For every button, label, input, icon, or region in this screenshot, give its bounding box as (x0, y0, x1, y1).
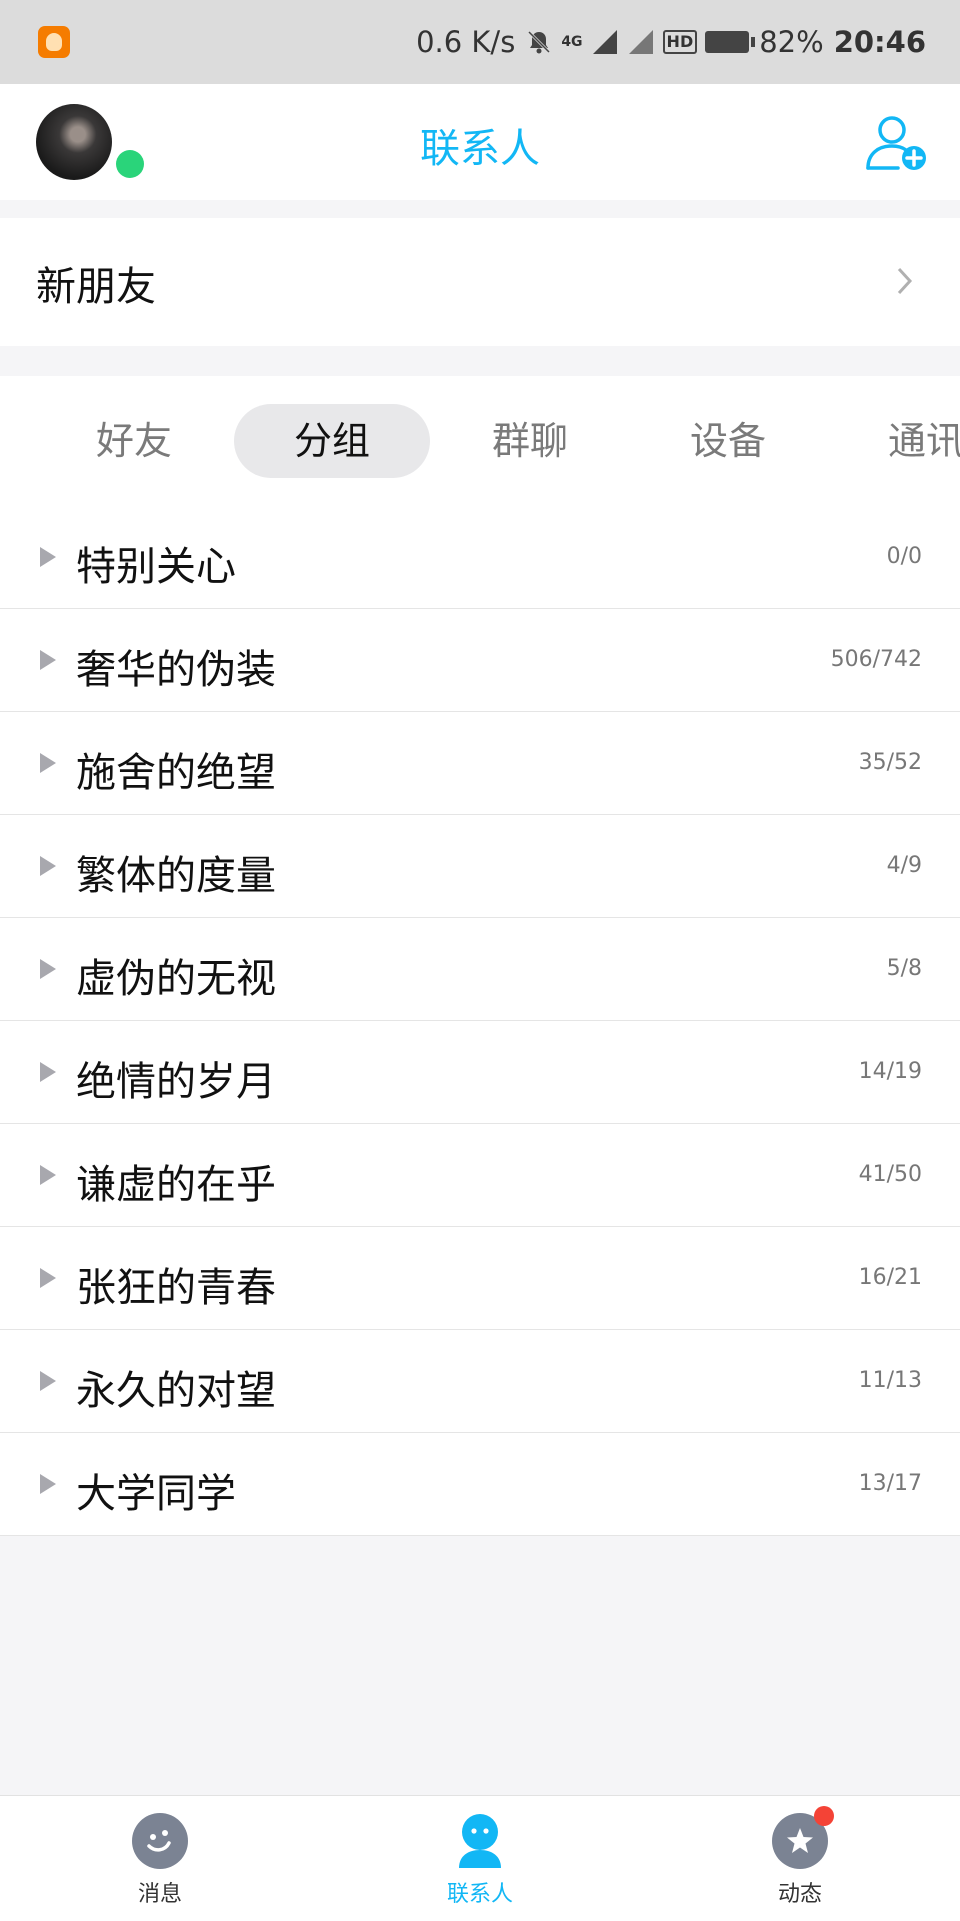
caret-right-icon (40, 1371, 56, 1391)
group-name: 施舍的绝望 (76, 750, 276, 796)
status-icons: 4G HD (525, 28, 756, 56)
group-name: 大学同学 (76, 1471, 236, 1517)
new-friends-row[interactable]: 新朋友 (0, 218, 960, 346)
add-contact-icon[interactable] (864, 112, 928, 172)
group-name: 绝情的岁月 (76, 1059, 276, 1105)
group-row[interactable]: 繁体的度量 4/9 (0, 815, 960, 918)
group-row[interactable]: 谦虚的在乎 41/50 (0, 1124, 960, 1227)
group-row[interactable]: 永久的对望 11/13 (0, 1330, 960, 1433)
caret-right-icon (40, 959, 56, 979)
battery-level: 82% (759, 25, 824, 59)
app-notification-icon (38, 26, 70, 58)
group-count: 13/17 (858, 1471, 922, 1496)
caret-right-icon (40, 856, 56, 876)
caret-right-icon (40, 1474, 56, 1494)
nav-feed[interactable]: 动态 (730, 1806, 870, 1908)
caret-right-icon (40, 650, 56, 670)
network-type: 4G (561, 34, 583, 50)
caret-right-icon (40, 547, 56, 567)
network-speed: 0.6 K/s (416, 25, 516, 59)
tab-groups[interactable]: 分组 (234, 404, 430, 478)
bottom-nav: 消息 联系人 动态 (0, 1795, 960, 1921)
nav-contacts[interactable]: 联系人 (410, 1812, 550, 1908)
tab-group-chats[interactable]: 群聊 (432, 404, 628, 478)
group-row[interactable]: 奢华的伪装 506/742 (0, 609, 960, 712)
caret-right-icon (40, 1268, 56, 1288)
group-name: 虚伪的无视 (76, 956, 276, 1002)
clock: 20:46 (833, 25, 926, 59)
chevron-right-icon (897, 267, 913, 295)
group-row[interactable]: 大学同学 13/17 (0, 1433, 960, 1536)
message-icon (132, 1813, 188, 1869)
contacts-tabs: 好友 分组 群聊 设备 通讯 (0, 376, 960, 507)
group-count: 506/742 (830, 647, 922, 672)
nav-feed-label: 动态 (777, 1882, 822, 1907)
signal-2-icon (628, 30, 653, 54)
new-friends-label: 新朋友 (36, 264, 156, 310)
group-row[interactable]: 施舍的绝望 35/52 (0, 712, 960, 815)
group-count: 35/52 (858, 750, 922, 775)
top-bar: 联系人 (0, 84, 960, 200)
group-row[interactable]: 虚伪的无视 5/8 (0, 918, 960, 1021)
group-count: 41/50 (858, 1162, 922, 1187)
battery-icon (705, 31, 756, 53)
group-name: 谦虚的在乎 (76, 1162, 276, 1208)
caret-right-icon (40, 1062, 56, 1082)
caret-right-icon (40, 753, 56, 773)
group-name: 张狂的青春 (76, 1265, 276, 1311)
group-count: 14/19 (858, 1059, 922, 1084)
status-bar: 0.6 K/s 4G HD 82% 20:46 (0, 0, 960, 84)
contacts-icon (459, 1814, 501, 1868)
group-name: 永久的对望 (76, 1368, 276, 1414)
hd-icon: HD (662, 30, 698, 54)
group-count: 4/9 (886, 853, 922, 878)
group-name: 繁体的度量 (76, 853, 276, 899)
notification-badge-dot (814, 1806, 834, 1826)
group-name: 奢华的伪装 (76, 647, 276, 693)
signal-icon (592, 30, 617, 54)
page-title: 联系人 (420, 126, 540, 172)
group-row[interactable]: 绝情的岁月 14/19 (0, 1021, 960, 1124)
mute-bell-icon (528, 30, 551, 54)
caret-right-icon (40, 1165, 56, 1185)
group-count: 5/8 (886, 956, 922, 981)
tab-address-book[interactable]: 通讯 (828, 404, 960, 478)
group-count: 11/13 (858, 1368, 922, 1393)
group-list: 特别关心 0/0 奢华的伪装 506/742 施舍的绝望 35/52 繁体的度量… (0, 506, 960, 1536)
status-bar-right: 0.6 K/s 4G HD 82% 20:46 (416, 20, 926, 64)
group-row[interactable]: 特别关心 0/0 (0, 506, 960, 609)
tab-devices[interactable]: 设备 (630, 404, 826, 478)
tab-friends[interactable]: 好友 (36, 404, 232, 478)
nav-contacts-label: 联系人 (446, 1882, 513, 1907)
group-name: 特别关心 (76, 544, 236, 590)
group-count: 0/0 (886, 544, 922, 569)
nav-messages-label: 消息 (137, 1882, 182, 1907)
group-row[interactable]: 张狂的青春 16/21 (0, 1227, 960, 1330)
nav-messages[interactable]: 消息 (90, 1812, 230, 1908)
group-count: 16/21 (858, 1265, 922, 1290)
